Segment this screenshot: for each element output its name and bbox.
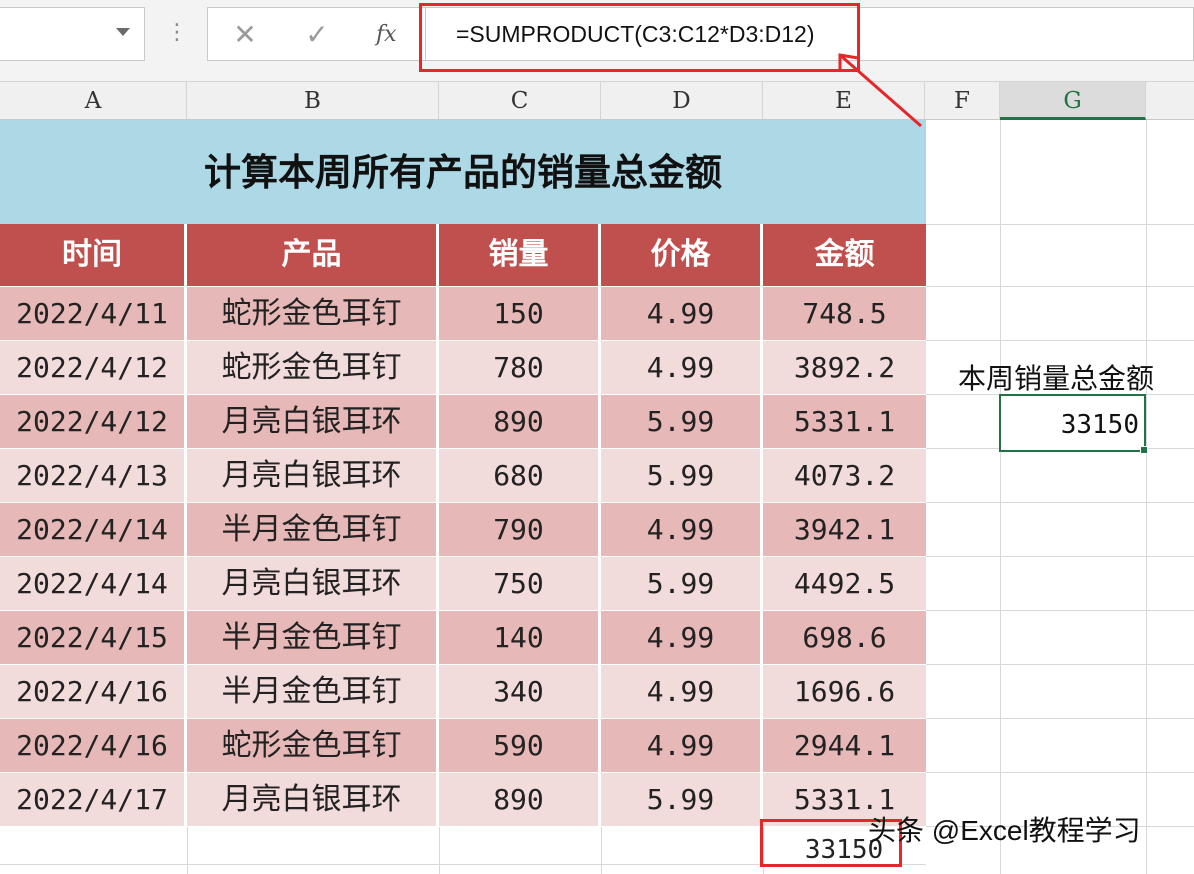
grid-line bbox=[926, 772, 1194, 773]
cell-product[interactable]: 月亮白银耳环 bbox=[187, 773, 439, 827]
cell-amount[interactable]: 5331.1 bbox=[763, 395, 926, 449]
header-price[interactable]: 价格 bbox=[601, 224, 763, 286]
column-header-a[interactable]: A bbox=[0, 82, 187, 120]
header-amount[interactable]: 金额 bbox=[763, 224, 926, 286]
grid-line bbox=[601, 826, 602, 874]
grid-line bbox=[1146, 120, 1147, 874]
header-product[interactable]: 产品 bbox=[187, 224, 439, 286]
cell-quantity[interactable]: 140 bbox=[439, 611, 601, 665]
cell-price[interactable]: 5.99 bbox=[601, 557, 763, 611]
cell-amount[interactable]: 2944.1 bbox=[763, 719, 926, 773]
formula-highlight-box bbox=[419, 3, 860, 72]
cell-amount[interactable]: 4492.5 bbox=[763, 557, 926, 611]
cell-quantity[interactable]: 150 bbox=[439, 287, 601, 341]
grid-line bbox=[926, 340, 1194, 341]
cell-product[interactable]: 半月金色耳钉 bbox=[187, 611, 439, 665]
cell-price[interactable]: 4.99 bbox=[601, 611, 763, 665]
column-header-d[interactable]: D bbox=[601, 82, 763, 120]
name-box[interactable] bbox=[0, 7, 145, 61]
column-header-h[interactable] bbox=[1146, 82, 1194, 120]
cell-price[interactable]: 5.99 bbox=[601, 395, 763, 449]
header-quantity[interactable]: 销量 bbox=[439, 224, 601, 286]
cell-quantity[interactable]: 890 bbox=[439, 395, 601, 449]
cell-price[interactable]: 5.99 bbox=[601, 773, 763, 827]
grid-line bbox=[926, 664, 1194, 665]
cell-product[interactable]: 蛇形金色耳钉 bbox=[187, 719, 439, 773]
cell-product[interactable]: 半月金色耳钉 bbox=[187, 665, 439, 719]
cell-date[interactable]: 2022/4/12 bbox=[0, 341, 187, 395]
fill-handle[interactable] bbox=[1140, 446, 1148, 454]
cell-date[interactable]: 2022/4/17 bbox=[0, 773, 187, 827]
cell-date[interactable]: 2022/4/13 bbox=[0, 449, 187, 503]
grid-line bbox=[926, 718, 1194, 719]
insert-function-icon[interactable]: fx bbox=[376, 18, 397, 52]
column-header-b[interactable]: B bbox=[187, 82, 439, 120]
cell-quantity[interactable]: 750 bbox=[439, 557, 601, 611]
cell-price[interactable]: 4.99 bbox=[601, 341, 763, 395]
table-title[interactable]: 计算本周所有产品的销量总金额 bbox=[0, 120, 926, 224]
cancel-icon[interactable]: ✕ bbox=[230, 18, 260, 52]
chevron-down-icon[interactable] bbox=[116, 28, 130, 36]
red-arrow-annotation bbox=[838, 53, 922, 128]
cell-date[interactable]: 2022/4/15 bbox=[0, 611, 187, 665]
watermark: 头条 @Excel教程学习 bbox=[868, 815, 1141, 846]
cell-price[interactable]: 5.99 bbox=[601, 449, 763, 503]
cell-quantity[interactable]: 790 bbox=[439, 503, 601, 557]
cell-date[interactable]: 2022/4/14 bbox=[0, 557, 187, 611]
cell-date[interactable]: 2022/4/11 bbox=[0, 287, 187, 341]
column-header-g[interactable]: G bbox=[1000, 82, 1146, 120]
cell-price[interactable]: 4.99 bbox=[601, 287, 763, 341]
enter-icon[interactable]: ✓ bbox=[302, 18, 332, 52]
cell-date[interactable]: 2022/4/16 bbox=[0, 719, 187, 773]
cell-product[interactable]: 蛇形金色耳钉 bbox=[187, 341, 439, 395]
cell-price[interactable]: 4.99 bbox=[601, 719, 763, 773]
cell-date[interactable]: 2022/4/12 bbox=[0, 395, 187, 449]
grid-line bbox=[926, 286, 1194, 287]
cell-product[interactable]: 蛇形金色耳钉 bbox=[187, 287, 439, 341]
column-header-f[interactable]: F bbox=[925, 82, 1000, 120]
cell-price[interactable]: 4.99 bbox=[601, 665, 763, 719]
grid-line bbox=[1000, 120, 1001, 874]
cell-product[interactable]: 月亮白银耳环 bbox=[187, 395, 439, 449]
cell-amount[interactable]: 4073.2 bbox=[763, 449, 926, 503]
formula-buttons: ✕ ✓ fx bbox=[207, 7, 425, 61]
grid-line bbox=[926, 224, 1194, 225]
header-time[interactable]: 时间 bbox=[0, 224, 187, 286]
cell-quantity[interactable]: 680 bbox=[439, 449, 601, 503]
cell-product[interactable]: 月亮白银耳环 bbox=[187, 449, 439, 503]
cell-quantity[interactable]: 340 bbox=[439, 665, 601, 719]
cell-quantity[interactable]: 590 bbox=[439, 719, 601, 773]
cell-product[interactable]: 月亮白银耳环 bbox=[187, 557, 439, 611]
cell-amount[interactable]: 748.5 bbox=[763, 287, 926, 341]
cell-product[interactable]: 半月金色耳钉 bbox=[187, 503, 439, 557]
cell-date[interactable]: 2022/4/14 bbox=[0, 503, 187, 557]
cell-date[interactable]: 2022/4/16 bbox=[0, 665, 187, 719]
grid-line bbox=[187, 826, 188, 874]
cell-quantity[interactable]: 780 bbox=[439, 341, 601, 395]
summary-value: 33150 bbox=[1060, 410, 1139, 440]
grid-line bbox=[926, 610, 1194, 611]
cell-quantity[interactable]: 890 bbox=[439, 773, 601, 827]
cell-price[interactable]: 4.99 bbox=[601, 503, 763, 557]
grid-line bbox=[439, 826, 440, 874]
cell-amount[interactable]: 1696.6 bbox=[763, 665, 926, 719]
cell-amount[interactable]: 3942.1 bbox=[763, 503, 926, 557]
cell-amount[interactable]: 698.6 bbox=[763, 611, 926, 665]
grid-line bbox=[926, 556, 1194, 557]
column-header-c[interactable]: C bbox=[439, 82, 601, 120]
more-options-icon[interactable]: ⋮ bbox=[166, 18, 188, 48]
grid-line bbox=[926, 502, 1194, 503]
cell-amount[interactable]: 3892.2 bbox=[763, 341, 926, 395]
